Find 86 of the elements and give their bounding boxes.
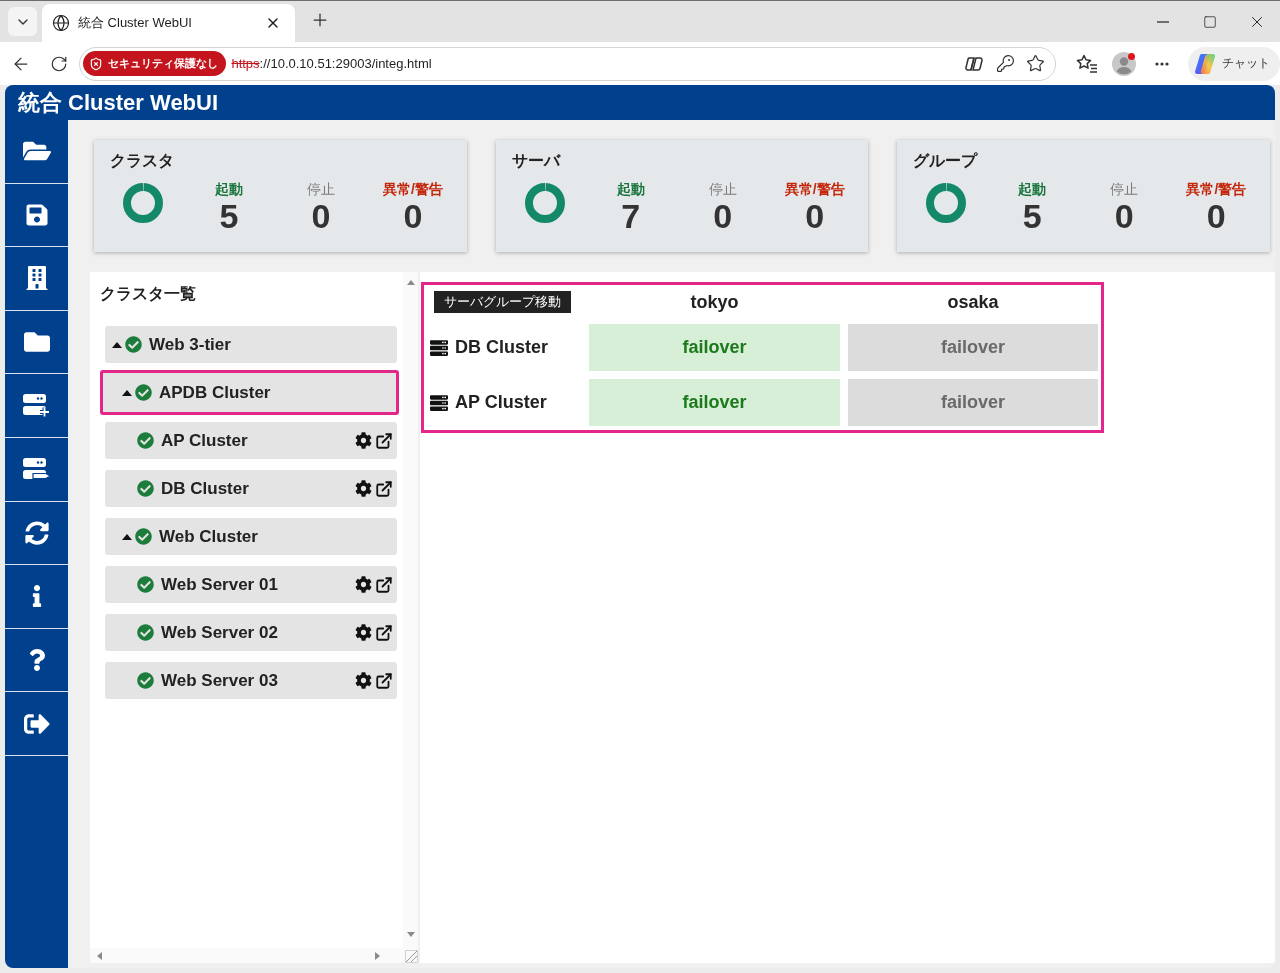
stat-value: 5 xyxy=(1022,198,1042,234)
globe-icon xyxy=(52,14,70,32)
stat-label: 停止 xyxy=(708,180,737,198)
card-title: グループ xyxy=(913,151,979,171)
more-icon xyxy=(1155,61,1170,66)
maximize-icon xyxy=(1202,14,1217,29)
stat-label: 異常/警告 xyxy=(1186,180,1247,198)
stat-label: 異常/警告 xyxy=(383,180,443,198)
status-ring-icon xyxy=(926,183,967,223)
stat-value: 0 xyxy=(805,198,825,234)
group-cell[interactable]: failover xyxy=(848,379,1098,426)
vertical-scrollbar[interactable] xyxy=(403,272,418,948)
key-icon[interactable] xyxy=(995,54,1015,73)
scroll-down-icon[interactable] xyxy=(406,930,415,938)
external-link-icon[interactable] xyxy=(375,671,393,690)
url-text: https://10.0.10.51:29003/integ.html xyxy=(231,56,432,71)
stat-value: 0 xyxy=(713,198,733,234)
card-title: クラスタ xyxy=(110,151,175,171)
scroll-right-icon[interactable] xyxy=(373,951,381,960)
resize-grip-icon[interactable] xyxy=(405,950,418,963)
settings-icon[interactable] xyxy=(355,480,372,497)
external-link-icon[interactable] xyxy=(375,575,393,594)
group-cell[interactable]: failover xyxy=(848,324,1098,371)
stat-value: 0 xyxy=(1114,198,1134,234)
settings-icon[interactable] xyxy=(355,672,372,689)
card-title: サーバ xyxy=(511,151,562,171)
refresh-icon xyxy=(24,520,49,545)
cluster-tree-item[interactable]: Web Server 03 xyxy=(105,662,397,699)
cluster-tree-item[interactable]: APDB Cluster xyxy=(100,370,399,415)
group-cell[interactable]: failover xyxy=(589,324,840,371)
cluster-tree-item[interactable]: Web Server 01 xyxy=(105,566,397,603)
server-plus-icon xyxy=(22,393,51,419)
cluster-tree-item[interactable]: Web Server 02 xyxy=(105,614,397,651)
server-edit-icon xyxy=(22,456,51,482)
stat-value: 0 xyxy=(403,198,423,234)
caret-up-icon[interactable] xyxy=(122,533,132,540)
stat-label: 起動 xyxy=(215,180,243,198)
external-link-icon[interactable] xyxy=(375,431,393,450)
shield-icon xyxy=(89,56,104,71)
app-title: 統合 Cluster WebUI xyxy=(18,88,219,117)
favorites-icon xyxy=(1075,53,1098,74)
building-icon xyxy=(24,266,49,291)
stat-label: 停止 xyxy=(1110,180,1139,198)
stat-value: 7 xyxy=(621,198,641,234)
horizontal-scrollbar[interactable] xyxy=(90,948,403,963)
stat-label: 異常/警告 xyxy=(784,180,845,198)
scroll-left-icon[interactable] xyxy=(96,951,104,960)
gradient-logo-icon xyxy=(1194,52,1216,75)
chat-button[interactable]: チャット xyxy=(1188,46,1280,81)
cluster-tree-item[interactable]: Web 3-tier xyxy=(105,326,397,363)
settings-icon[interactable] xyxy=(355,432,372,449)
stat-value: 0 xyxy=(311,198,331,234)
stat-label: 起動 xyxy=(1018,180,1047,198)
server-icon xyxy=(430,338,448,357)
server-group-move-label: サーバグループ移動 xyxy=(434,291,571,313)
stat-label: 停止 xyxy=(307,180,335,198)
cluster-tree-item[interactable]: Web Cluster xyxy=(105,518,397,555)
cluster-tree-item[interactable]: DB Cluster xyxy=(105,470,397,507)
column-header: osaka xyxy=(946,291,1000,313)
external-link-icon[interactable] xyxy=(375,479,393,498)
row-name: AP Cluster xyxy=(455,392,547,413)
cluster-tree-item[interactable]: AP Cluster xyxy=(105,422,397,459)
group-cell[interactable]: failover xyxy=(589,379,840,426)
status-ring-icon xyxy=(123,183,163,223)
external-link-icon[interactable] xyxy=(375,623,393,642)
reload-icon xyxy=(49,54,68,73)
status-ring-icon xyxy=(524,183,565,223)
tab-list-button[interactable] xyxy=(8,7,37,36)
avatar-icon xyxy=(1112,51,1137,76)
stat-label: 起動 xyxy=(616,180,645,198)
stat-value: 0 xyxy=(1206,198,1226,234)
settings-icon[interactable] xyxy=(355,624,372,641)
row-name: DB Cluster xyxy=(455,337,548,358)
stat-value: 5 xyxy=(219,198,239,234)
server-icon xyxy=(430,393,448,412)
security-warning-badge[interactable]: セキュリティ保護なし xyxy=(83,51,227,76)
scroll-up-icon[interactable] xyxy=(406,279,415,287)
panel-title: クラスタ一覧 xyxy=(100,284,197,304)
star-icon[interactable] xyxy=(1025,54,1045,73)
browser-tab[interactable]: 統合 Cluster WebUI xyxy=(42,4,295,42)
column-header: tokyo xyxy=(689,291,740,313)
caret-up-icon[interactable] xyxy=(112,341,122,348)
settings-icon[interactable] xyxy=(355,576,372,593)
minimize-icon xyxy=(1156,20,1169,23)
overlapping-shapes-icon[interactable] xyxy=(964,54,985,73)
caret-up-icon[interactable] xyxy=(122,389,132,396)
